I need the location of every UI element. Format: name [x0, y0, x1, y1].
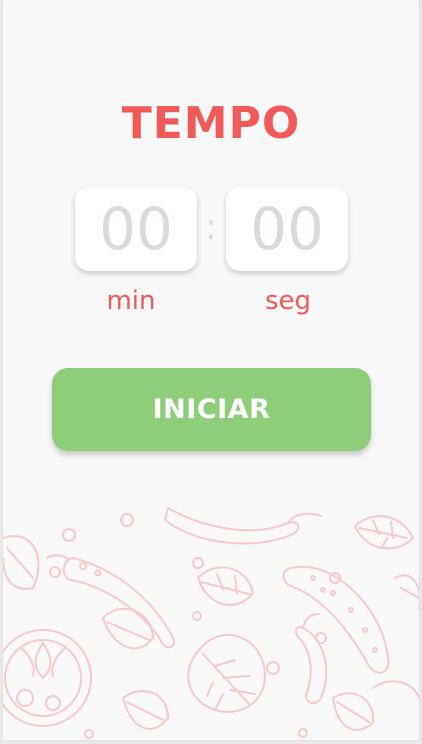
time-separator: :	[204, 207, 218, 248]
page-title: TEMPO	[121, 98, 301, 149]
app-screen: TEMPO 00 : 00 min seg INICIAR	[3, 0, 419, 740]
seconds-label: seg	[264, 286, 312, 316]
start-button[interactable]: INICIAR	[52, 368, 371, 451]
minutes-display[interactable]: 00	[75, 187, 197, 271]
seconds-display[interactable]: 00	[226, 187, 348, 271]
vegetables-pattern-icon	[3, 507, 419, 739]
minutes-label: min	[106, 286, 156, 316]
